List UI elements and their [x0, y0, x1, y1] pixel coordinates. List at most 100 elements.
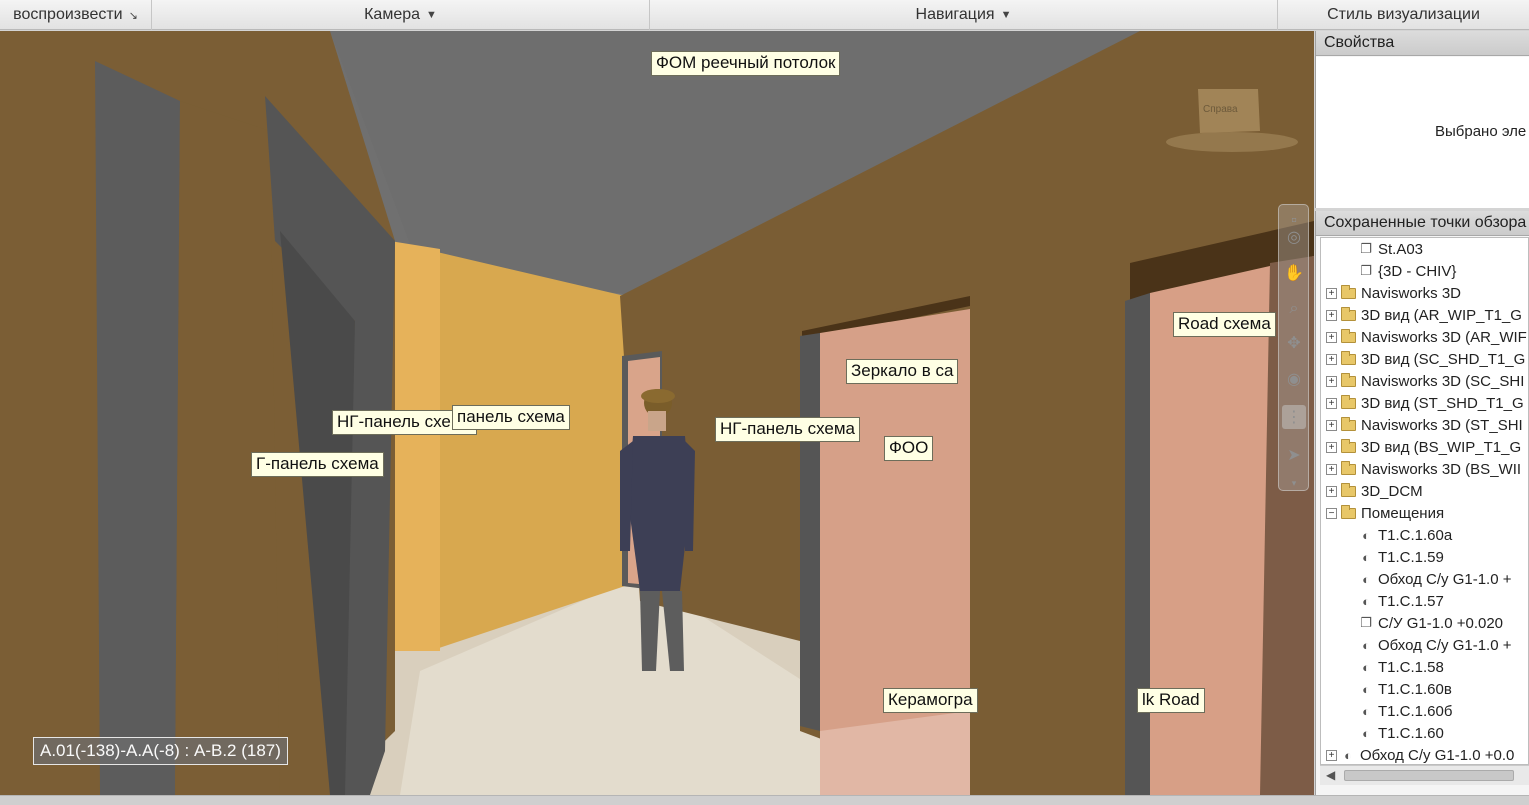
ribbon-group-label: Навигация: [915, 6, 995, 23]
tree-item[interactable]: + ◐ Обход С/у G1-1.0 +0.0: [1321, 744, 1528, 764]
expand-icon[interactable]: +: [1326, 397, 1337, 409]
animation-icon: ◐: [1362, 681, 1370, 697]
wheel-icon[interactable]: ◎: [1282, 225, 1306, 249]
properties-panel: Свойства Выбрано эле: [1315, 31, 1529, 208]
element-tag[interactable]: Road схема: [1173, 312, 1276, 337]
element-tag[interactable]: Г-панель схема: [251, 452, 384, 477]
expand-icon[interactable]: +: [1326, 463, 1337, 475]
tree-item[interactable]: + Navisworks 3D (AR_WIF: [1321, 326, 1528, 348]
dropdown-arrow-icon[interactable]: ▼: [1001, 9, 1012, 21]
scene-render: [0, 31, 1314, 795]
tree-item[interactable]: +3D вид (SC_SHD_T1_G: [1321, 348, 1528, 370]
tree-item[interactable]: ◐ T1.C.1.59: [1321, 546, 1528, 568]
tree-item-label: 3D вид (ST_SHD_T1_G: [1361, 394, 1524, 412]
scroll-thumb[interactable]: [1344, 770, 1514, 781]
tree-item-label: {3D - CHIV}: [1378, 262, 1457, 280]
element-tag[interactable]: lk Road: [1137, 688, 1205, 713]
collapse-icon[interactable]: −: [1326, 507, 1337, 519]
dialog-launcher-icon[interactable]: ↘: [129, 9, 138, 22]
tree-item[interactable]: + Navisworks 3D: [1321, 282, 1528, 304]
ribbon-group-label: воспроизвести: [13, 6, 123, 23]
expand-icon[interactable]: +: [1326, 375, 1337, 387]
animation-icon: ◐: [1362, 703, 1370, 719]
dropdown-arrow-icon[interactable]: ▼: [426, 9, 437, 21]
folder-icon: [1341, 284, 1356, 299]
element-tag[interactable]: панель схема: [452, 405, 570, 430]
expand-icon[interactable]: +: [1326, 441, 1337, 453]
tree-item[interactable]: ◐ T1.C.1.58: [1321, 656, 1528, 678]
expand-icon[interactable]: +: [1326, 309, 1337, 321]
folder-icon: [1341, 460, 1356, 475]
animation-icon: ◐: [1362, 549, 1370, 565]
folder-icon: [1341, 416, 1356, 431]
scroll-left-icon[interactable]: ◀: [1326, 768, 1335, 782]
expand-icon[interactable]: +: [1326, 331, 1337, 343]
tree-item-label: T1.C.1.60: [1378, 724, 1444, 742]
element-tag[interactable]: Зеркало в са: [846, 359, 959, 384]
expand-icon[interactable]: +: [1326, 353, 1337, 365]
tree-item[interactable]: +3D вид (AR_WIP_T1_G: [1321, 304, 1528, 326]
viewpoint-icon: ❐: [1360, 615, 1372, 630]
tree-item-label: Navisworks 3D: [1361, 284, 1462, 302]
element-tag[interactable]: НГ-панель схема: [715, 417, 860, 442]
tree-item[interactable]: ◐ T1.C.1.60б: [1321, 700, 1528, 722]
ribbon-group-navigation[interactable]: Навигация ▼: [650, 0, 1278, 30]
folder-icon: [1341, 482, 1356, 497]
properties-body: Выбрано эле: [1316, 57, 1529, 208]
tree-item[interactable]: ◐ Обход С/у G1-1.0 +: [1321, 634, 1528, 656]
animation-icon: ◐: [1362, 527, 1370, 543]
tree-item[interactable]: ◐ T1.C.1.60в: [1321, 678, 1528, 700]
folder-icon: [1341, 306, 1356, 321]
tree-item[interactable]: ◐ T1.C.1.57: [1321, 590, 1528, 612]
horizontal-scrollbar[interactable]: ◀: [1320, 765, 1529, 785]
tree-item[interactable]: +3D вид (BS_WIP_T1_G: [1321, 436, 1528, 458]
element-tag[interactable]: ФОМ реечный потолок: [651, 51, 841, 76]
orbit-icon[interactable]: ✥: [1282, 331, 1306, 355]
tree-item[interactable]: ◐ T1.C.1.60a: [1321, 524, 1528, 546]
tree-item-label: T1.C.1.60в: [1378, 680, 1452, 698]
ribbon-bar: воспроизвести ↘ Камера ▼ Навигация ▼ Сти…: [0, 0, 1529, 30]
grid-location-readout: А.01(-138)-А.А(-8) : А-В.2 (187): [33, 737, 288, 765]
tree-item[interactable]: + Navisworks 3D (BS_WII: [1321, 458, 1528, 480]
viewpoints-tree[interactable]: ❐ St.A03 ❐ {3D - CHIV} + Navisworks 3D +3D вид…: [1320, 237, 1529, 765]
animation-icon: ◐: [1362, 571, 1370, 587]
tree-item-label: Navisworks 3D (AR_WIF: [1361, 328, 1527, 346]
walk-icon[interactable]: ⋮: [1282, 405, 1306, 429]
viewcube[interactable]: Справа: [1203, 104, 1238, 115]
expand-icon[interactable]: +: [1326, 749, 1337, 761]
saved-viewpoints-title[interactable]: Сохраненные точки обзора: [1316, 211, 1529, 236]
tree-item[interactable]: ❐ {3D - CHIV}: [1321, 260, 1528, 282]
ribbon-group-camera[interactable]: Камера ▼: [152, 0, 650, 30]
tree-item[interactable]: +3D_DCM: [1321, 480, 1528, 502]
navbar-menu-icon[interactable]: ▾: [1282, 471, 1306, 495]
tree-item[interactable]: +3D вид (ST_SHD_T1_G: [1321, 392, 1528, 414]
ribbon-group-render-style[interactable]: Стиль визуализации: [1278, 0, 1529, 30]
expand-icon[interactable]: +: [1326, 485, 1337, 497]
tree-item[interactable]: + Navisworks 3D (ST_SHI: [1321, 414, 1528, 436]
tree-item[interactable]: ❐ St.A03: [1321, 238, 1528, 260]
tree-item-label: 3D вид (SC_SHD_T1_G: [1361, 350, 1526, 368]
ribbon-group-label: Стиль визуализации: [1327, 6, 1480, 23]
tree-item-label: Помещения: [1361, 504, 1445, 522]
select-icon[interactable]: ➤: [1282, 443, 1306, 467]
expand-icon[interactable]: +: [1326, 287, 1337, 299]
status-bar: [0, 795, 1529, 805]
tree-item[interactable]: + Navisworks 3D (SC_SHI: [1321, 370, 1528, 392]
properties-title[interactable]: Свойства: [1316, 31, 1529, 56]
tree-item[interactable]: ◐ Обход С/у G1-1.0 +: [1321, 568, 1528, 590]
pan-icon[interactable]: ✋: [1282, 261, 1306, 285]
tree-item-label: 3D_DCM: [1361, 482, 1423, 500]
ribbon-group-playback[interactable]: воспроизвести ↘: [0, 0, 152, 30]
zoom-icon[interactable]: ⌕: [1282, 297, 1306, 321]
look-icon[interactable]: ◉: [1282, 367, 1306, 391]
tree-item-label: T1.C.1.57: [1378, 592, 1444, 610]
navigation-bar: ▫ ◎ ✋ ⌕ ✥ ◉ ⋮ ➤ ▾: [1278, 204, 1309, 491]
tree-item[interactable]: ❐ С/У G1-1.0 +0.020: [1321, 612, 1528, 634]
element-tag[interactable]: Керамогра: [883, 688, 978, 713]
tree-item[interactable]: ◐ T1.C.1.60: [1321, 722, 1528, 744]
tree-item[interactable]: − Помещения: [1321, 502, 1528, 524]
scene-viewport[interactable]: ФОМ реечный потолок Road схема Зеркало в…: [0, 31, 1314, 795]
folder-icon: [1341, 372, 1356, 387]
expand-icon[interactable]: +: [1326, 419, 1337, 431]
element-tag[interactable]: ФОО: [884, 436, 934, 461]
